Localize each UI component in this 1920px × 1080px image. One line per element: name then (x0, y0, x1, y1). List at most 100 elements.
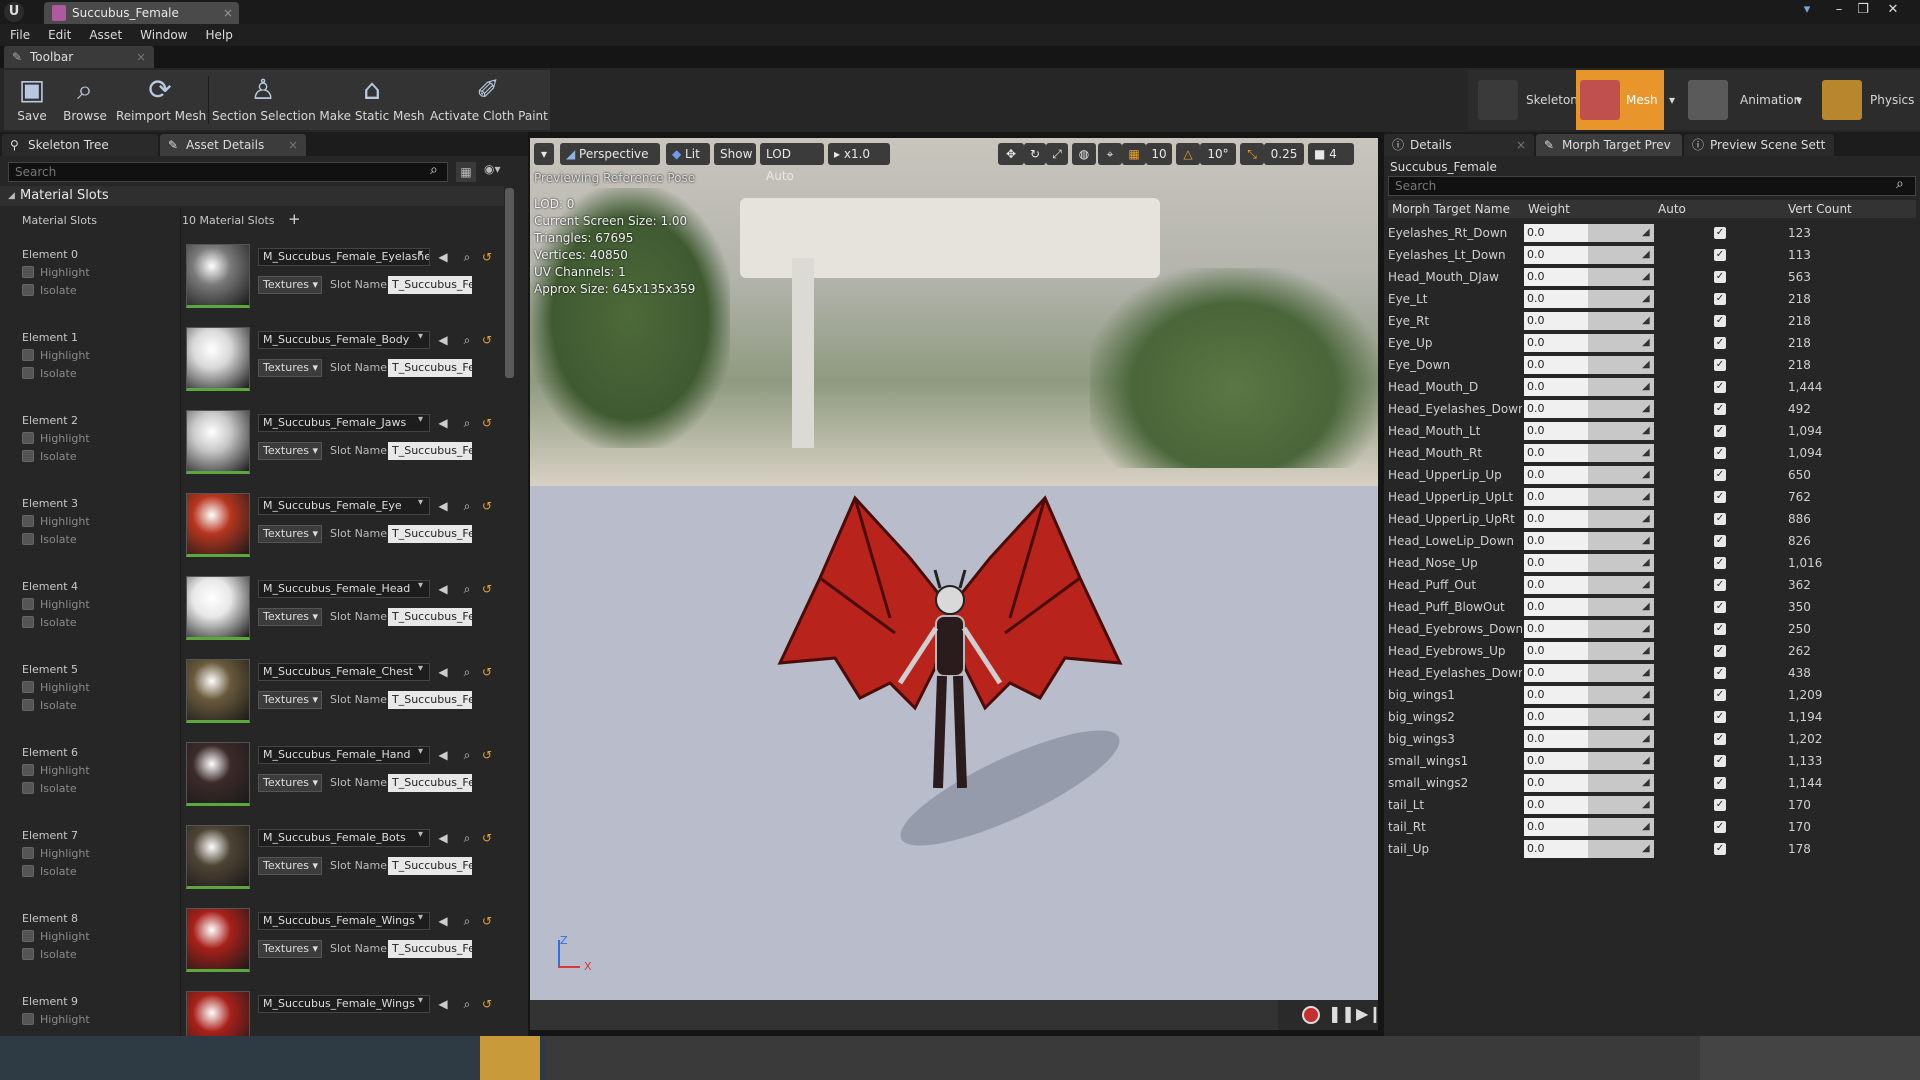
isolate-checkbox[interactable] (22, 450, 34, 462)
morph-search-input[interactable]: Search (1388, 176, 1916, 196)
auto-checkbox[interactable]: ✓ (1714, 381, 1726, 393)
col-vert-count[interactable]: Vert Count (1788, 200, 1852, 218)
material-picker[interactable]: M_Succubus_Female_Eyelashes (258, 248, 430, 266)
reset-icon[interactable]: ↺ (480, 748, 494, 762)
chevron-down-icon[interactable]: ▾ (418, 497, 423, 508)
isolate-checkbox[interactable] (22, 782, 34, 794)
slider-handle-icon[interactable]: ◢ (1642, 662, 1650, 684)
slider-handle-icon[interactable]: ◢ (1642, 398, 1650, 420)
taskbar-pinned-apps[interactable] (0, 1036, 545, 1080)
weight-input[interactable]: 0.0 (1524, 730, 1588, 748)
grid-snap-icon[interactable]: ▦ (1122, 143, 1146, 165)
reset-icon[interactable]: ↺ (480, 250, 494, 264)
viewport[interactable]: ▾ ◢ Perspective ◆ Lit Show LOD Auto ▸ x1… (530, 138, 1378, 1030)
slot-name-input[interactable]: T_Succubus_Fe (388, 276, 472, 294)
lit-button[interactable]: ◆ Lit (666, 143, 710, 165)
rotate-tool-icon[interactable]: ↻ (1024, 143, 1046, 165)
textures-dropdown[interactable]: Textures ▾ (258, 857, 322, 875)
step-forward-button[interactable]: ▶❙ (1356, 1004, 1378, 1023)
highlight-checkbox[interactable] (22, 847, 34, 859)
auto-checkbox[interactable]: ✓ (1714, 557, 1726, 569)
material-picker[interactable]: M_Succubus_Female_Wings (258, 912, 430, 930)
textures-dropdown[interactable]: Textures ▾ (258, 359, 322, 377)
grid-snap-value[interactable]: 10 (1146, 143, 1172, 165)
taskbar-active-app[interactable] (480, 1036, 540, 1080)
weight-input[interactable]: 0.0 (1524, 708, 1588, 726)
weight-input[interactable]: 0.0 (1524, 598, 1588, 616)
material-thumbnail[interactable] (186, 410, 250, 474)
highlight-checkbox[interactable] (22, 598, 34, 610)
slider-handle-icon[interactable]: ◢ (1642, 618, 1650, 640)
slider-handle-icon[interactable]: ◢ (1642, 574, 1650, 596)
use-selected-icon[interactable]: ◀ (436, 914, 450, 928)
highlight-checkbox[interactable] (22, 681, 34, 693)
weight-input[interactable]: 0.0 (1524, 268, 1588, 286)
slot-name-input[interactable]: T_Succubus_Fe (388, 359, 472, 377)
weight-input[interactable]: 0.0 (1524, 378, 1588, 396)
scale-snap-icon[interactable]: ⤡ (1240, 143, 1264, 165)
auto-checkbox[interactable]: ✓ (1714, 425, 1726, 437)
show-button[interactable]: Show (714, 143, 756, 165)
use-selected-icon[interactable]: ◀ (436, 582, 450, 596)
make-static-mesh-button[interactable]: ⌂ Make Static Mesh (318, 70, 426, 130)
browse-asset-icon[interactable]: ⌕ (460, 997, 474, 1011)
slider-handle-icon[interactable]: ◢ (1642, 442, 1650, 464)
material-picker[interactable]: M_Succubus_Female_Chest (258, 663, 430, 681)
weight-input[interactable]: 0.0 (1524, 444, 1588, 462)
mode-physics[interactable]: Physics (1818, 70, 1918, 130)
auto-checkbox[interactable]: ✓ (1714, 579, 1726, 591)
use-selected-icon[interactable]: ◀ (436, 499, 450, 513)
highlight-toggle[interactable]: Highlight (22, 1011, 90, 1029)
auto-checkbox[interactable]: ✓ (1714, 799, 1726, 811)
auto-checkbox[interactable]: ✓ (1714, 227, 1726, 239)
reset-icon[interactable]: ↺ (480, 416, 494, 430)
textures-dropdown[interactable]: Textures ▾ (258, 442, 322, 460)
document-tab[interactable]: Succubus_Female × (44, 2, 239, 24)
isolate-toggle[interactable]: Isolate (22, 531, 77, 549)
record-button[interactable] (1302, 1006, 1320, 1024)
highlight-toggle[interactable]: Highlight (22, 430, 90, 448)
weight-input[interactable]: 0.0 (1524, 686, 1588, 704)
browse-asset-icon[interactable]: ⌕ (460, 333, 474, 347)
auto-checkbox[interactable]: ✓ (1714, 403, 1726, 415)
auto-checkbox[interactable]: ✓ (1714, 821, 1726, 833)
chevron-down-icon[interactable]: ▾ (1796, 70, 1802, 130)
isolate-checkbox[interactable] (22, 616, 34, 628)
material-picker[interactable]: M_Succubus_Female_Jaws (258, 414, 430, 432)
textures-dropdown[interactable]: Textures ▾ (258, 691, 322, 709)
auto-checkbox[interactable]: ✓ (1714, 623, 1726, 635)
save-button[interactable]: ▣ Save (8, 70, 56, 130)
highlight-toggle[interactable]: Highlight (22, 845, 90, 863)
slot-name-input[interactable]: T_Succubus_Fe (388, 857, 472, 875)
col-weight[interactable]: Weight (1528, 200, 1570, 218)
slider-handle-icon[interactable]: ◢ (1642, 222, 1650, 244)
perspective-button[interactable]: ◢ Perspective (560, 143, 660, 165)
auto-checkbox[interactable]: ✓ (1714, 711, 1726, 723)
tab-morph-target-preview[interactable]: ✎ Morph Target Prev (1536, 134, 1682, 156)
tab-details[interactable]: ⓘ Details × (1384, 134, 1534, 156)
weight-input[interactable]: 0.0 (1524, 510, 1588, 528)
weight-input[interactable]: 0.0 (1524, 312, 1588, 330)
reset-icon[interactable]: ↺ (480, 499, 494, 513)
material-picker[interactable]: M_Succubus_Female_Head (258, 580, 430, 598)
activate-cloth-paint-button[interactable]: ✐ Activate Cloth Paint (430, 70, 548, 130)
rotation-snap-icon[interactable]: △ (1176, 143, 1200, 165)
highlight-toggle[interactable]: Highlight (22, 596, 90, 614)
highlight-checkbox[interactable] (22, 515, 34, 527)
material-thumbnail[interactable] (186, 659, 250, 723)
highlight-toggle[interactable]: Highlight (22, 679, 90, 697)
reset-icon[interactable]: ↺ (480, 333, 494, 347)
slider-handle-icon[interactable]: ◢ (1642, 838, 1650, 860)
weight-input[interactable]: 0.0 (1524, 620, 1588, 638)
slot-name-input[interactable]: T_Succubus_Fe (388, 691, 472, 709)
textures-dropdown[interactable]: Textures ▾ (258, 276, 322, 294)
world-space-icon[interactable]: ◍ (1072, 143, 1096, 165)
weight-input[interactable]: 0.0 (1524, 400, 1588, 418)
auto-checkbox[interactable]: ✓ (1714, 271, 1726, 283)
toolbar-tab[interactable]: ✎ Toolbar × (4, 46, 154, 68)
playback-speed-button[interactable]: ▸ x1.0 (828, 143, 890, 165)
highlight-checkbox[interactable] (22, 266, 34, 278)
auto-checkbox[interactable]: ✓ (1714, 645, 1726, 657)
use-selected-icon[interactable]: ◀ (436, 748, 450, 762)
weight-input[interactable]: 0.0 (1524, 664, 1588, 682)
